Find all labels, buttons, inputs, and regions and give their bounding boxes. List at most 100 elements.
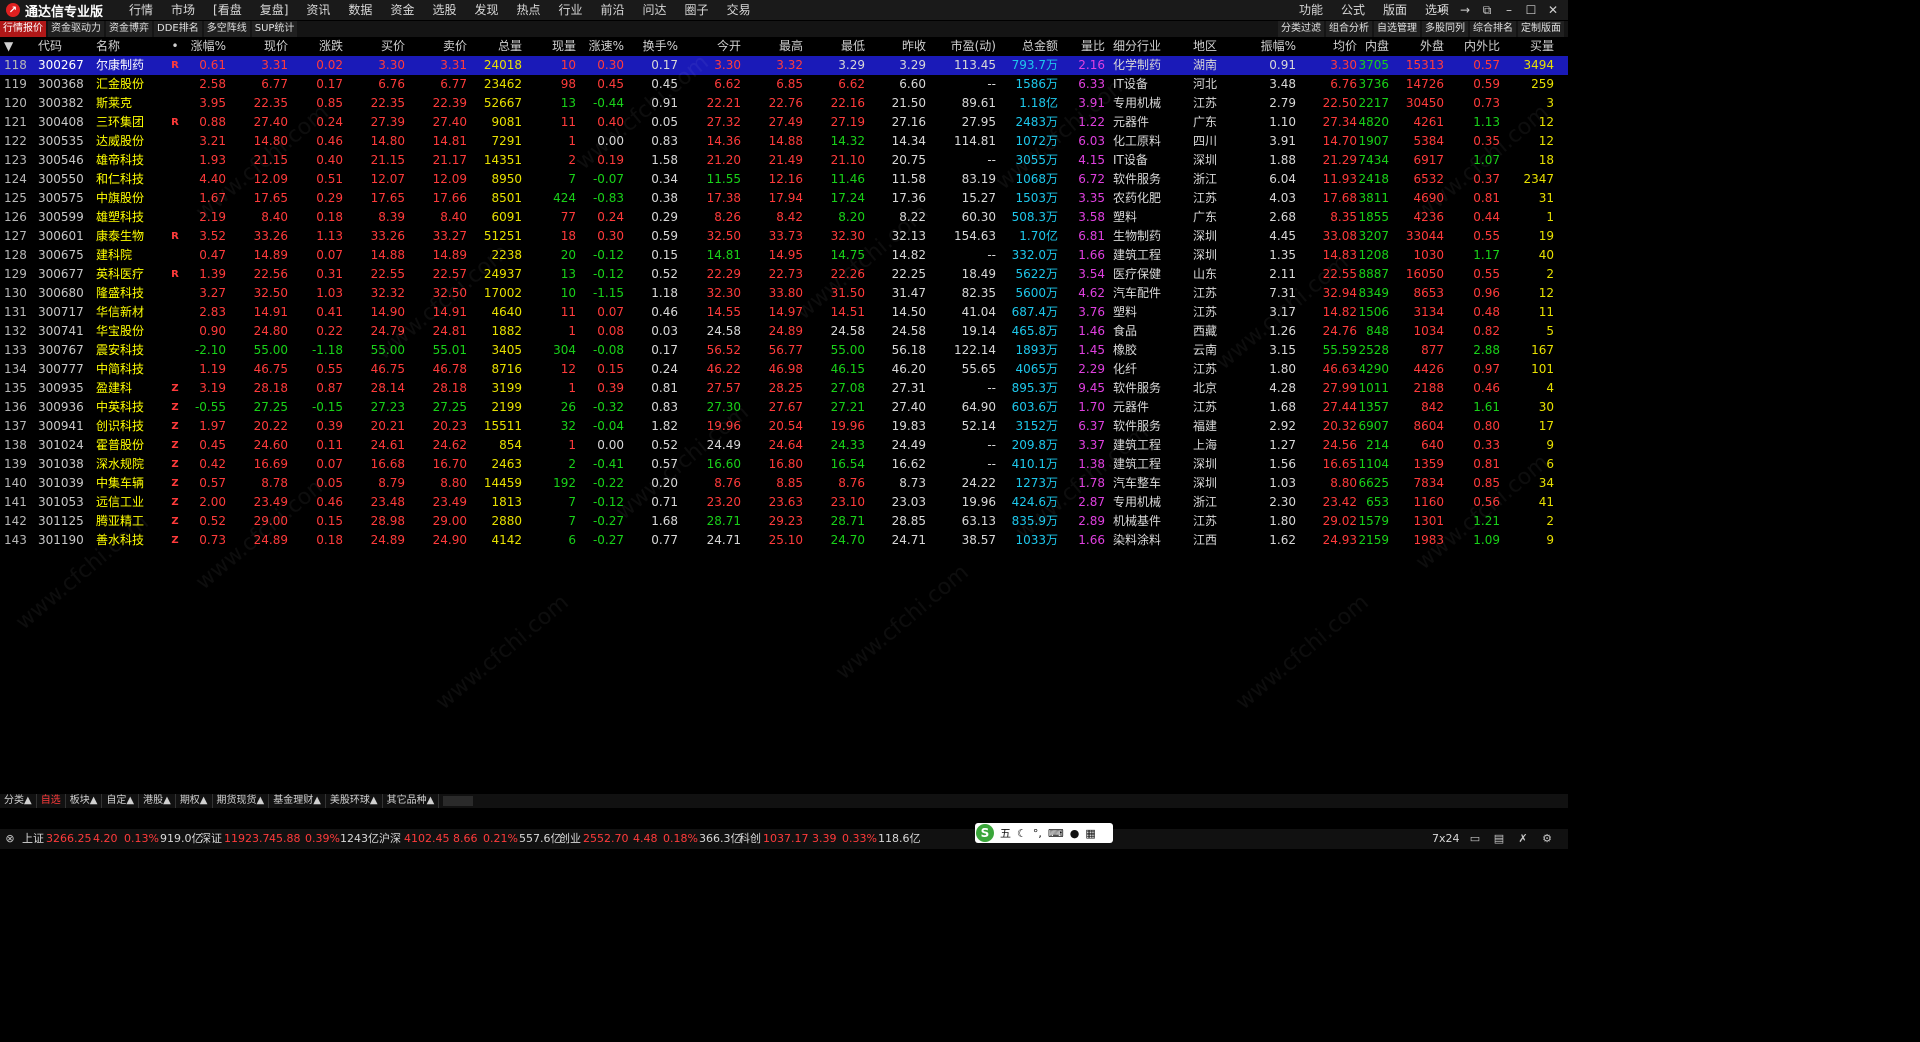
kc-label[interactable]: 科创 — [739, 829, 761, 849]
table-row[interactable]: 137 300941 创识科技 Z 1.97 20.22 0.39 20.21 20.23 155… — [0, 417, 1568, 436]
sz-label[interactable]: 深证 — [200, 829, 222, 849]
column-header-bid[interactable]: 买价 — [356, 37, 405, 55]
bottom-tab-category[interactable]: 分类▲ — [0, 794, 37, 808]
back-arrow-icon[interactable]: ← — [1432, 0, 1454, 20]
tab-capital-game[interactable]: 资金博弈 — [106, 21, 152, 37]
hs-label[interactable]: 沪深 — [379, 829, 401, 849]
table-row[interactable]: 141 301053 远信工业 Z 2.00 23.49 0.46 23.48 23.49 181… — [0, 493, 1568, 512]
custom-layout-button[interactable]: 定制版面 — [1518, 21, 1564, 37]
keyboard-icon[interactable]: ⌨ — [1048, 827, 1064, 840]
ime-toolbar[interactable]: S 五 ☾ °, ⌨ ● ▦ — [975, 823, 1113, 843]
column-header-io[interactable]: 内外比 — [1460, 37, 1500, 55]
column-header-amount[interactable]: 总金额 — [1006, 37, 1058, 55]
bottom-tab-us-global[interactable]: 美股环球▲ — [326, 794, 383, 808]
table-row[interactable]: 134 300777 中简科技 1.19 46.75 0.55 46.75 46.78 8716… — [0, 360, 1568, 379]
table-row[interactable]: 140 301039 中集车辆 Z 0.57 8.78 0.05 8.79 8.80 14459 1… — [0, 474, 1568, 493]
table-row[interactable]: 118 300267 尔康制药 R 0.61 3.31 0.02 3.30 3.31 24018 1… — [0, 56, 1568, 75]
menu-item-faxian[interactable]: 发现 — [465, 0, 507, 20]
table-row[interactable]: 138 301024 霍普股份 Z 0.45 24.60 0.11 24.61 24.62 854… — [0, 436, 1568, 455]
menu-item-gongneng[interactable]: 功能 — [1290, 0, 1332, 20]
bottom-tab-other[interactable]: 其它品种▲ — [383, 794, 440, 808]
column-header-vratio[interactable]: 量比 — [1070, 37, 1105, 55]
mute-icon[interactable]: ✗ — [1516, 832, 1530, 846]
bottom-tab-sector[interactable]: 板块▲ — [66, 794, 103, 808]
column-header-high[interactable]: 最高 — [758, 37, 803, 55]
tab-sup-stats[interactable]: SUP统计 — [251, 21, 298, 37]
column-header-outer[interactable]: 外盘 — [1400, 37, 1444, 55]
menu-item-kanpan[interactable]: [看盘 — [204, 0, 251, 20]
bottom-tab-funds[interactable]: 基金理财▲ — [269, 794, 326, 808]
column-header-code[interactable]: 代码 — [38, 37, 90, 55]
column-header-speed[interactable]: 涨速% — [586, 37, 624, 55]
column-header-turnover[interactable]: 换手% — [640, 37, 678, 55]
column-header-low[interactable]: 最低 — [820, 37, 865, 55]
bottom-tab-custom[interactable]: 自定▲ — [102, 794, 140, 808]
menu-item-redian[interactable]: 热点 — [507, 0, 549, 20]
portfolio-analysis-button[interactable]: 组合分析 — [1326, 21, 1372, 37]
maximize-icon[interactable]: ☐ — [1520, 0, 1542, 20]
table-row[interactable]: 142 301125 腾亚精工 Z 0.52 29.00 0.15 28.98 29.00 288… — [0, 512, 1568, 531]
table-row[interactable]: 126 300599 雄塑科技 2.19 8.40 0.18 8.39 8.40 6091 77 0… — [0, 208, 1568, 227]
column-header-inner[interactable]: 内盘 — [1355, 37, 1389, 55]
column-header-flag[interactable]: • — [166, 37, 184, 55]
grid-icon[interactable]: ▦ — [1085, 827, 1095, 840]
column-header-region[interactable]: 地区 — [1193, 37, 1233, 55]
table-row[interactable]: 129 300677 英科医疗 R 1.39 22.56 0.31 22.55 22.57 249… — [0, 265, 1568, 284]
overall-rank-button[interactable]: 综合排名 — [1470, 21, 1516, 37]
menu-item-wenda[interactable]: 问达 — [634, 0, 676, 20]
table-row[interactable]: 128 300675 建科院 0.47 14.89 0.07 14.88 14.89 2238 2… — [0, 246, 1568, 265]
table-row[interactable]: 127 300601 康泰生物 R 3.52 33.26 1.13 33.26 33.27 512… — [0, 227, 1568, 246]
column-header-pct[interactable]: 涨幅% — [186, 37, 226, 55]
menu-item-jiaoyi[interactable]: 交易 — [718, 0, 760, 20]
horizontal-scrollbar[interactable] — [443, 796, 474, 806]
table-row[interactable]: 139 301038 深水规院 Z 0.42 16.69 0.07 16.68 16.70 246… — [0, 455, 1568, 474]
tab-dde-rank[interactable]: DDE排名 — [154, 21, 202, 37]
table-row[interactable]: 143 301190 善水科技 Z 0.73 24.89 0.18 24.89 24.90 414… — [0, 531, 1568, 550]
tab-long-short[interactable]: 多空阵线 — [203, 21, 250, 37]
forward-arrow-icon[interactable]: → — [1454, 0, 1476, 20]
sogou-logo-icon[interactable]: S — [976, 824, 994, 842]
sh-label[interactable]: 上证 — [22, 829, 44, 849]
column-header-industry[interactable]: 细分行业 — [1113, 37, 1183, 55]
menu-item-zixun[interactable]: 资讯 — [297, 0, 339, 20]
menu-item-hangqing[interactable]: 行情 — [120, 0, 162, 20]
table-row[interactable]: 123 300546 雄帝科技 1.93 21.15 0.40 21.15 21.17 1435… — [0, 151, 1568, 170]
multi-stock-button[interactable]: 多股同列 — [1422, 21, 1468, 37]
table-row[interactable]: 125 300575 中旗股份 1.67 17.65 0.29 17.65 17.66 8501… — [0, 189, 1568, 208]
punctuation-icon[interactable]: °, — [1033, 827, 1042, 840]
column-header-amp[interactable]: 振幅% — [1254, 37, 1296, 55]
menu-item-fupan[interactable]: 复盘] — [251, 0, 298, 20]
menu-item-shuju[interactable]: 数据 — [339, 0, 381, 20]
menu-item-hangye[interactable]: 行业 — [550, 0, 592, 20]
bottom-tab-options[interactable]: 期权▲ — [176, 794, 213, 808]
column-header-pe[interactable]: 市盈(动) — [940, 37, 996, 55]
table-row[interactable]: 135 300935 盈建科 Z 3.19 28.18 0.87 28.14 28.18 3199… — [0, 379, 1568, 398]
table-row[interactable]: 132 300741 华宝股份 0.90 24.80 0.22 24.79 24.81 1882… — [0, 322, 1568, 341]
table-row[interactable]: 124 300550 和仁科技 4.40 12.09 0.51 12.07 12.09 8950… — [0, 170, 1568, 189]
bottom-tab-watchlist[interactable]: 自选 — [37, 794, 66, 808]
table-row[interactable]: 119 300368 汇金股份 2.58 6.77 0.17 6.76 6.77 23462 98… — [0, 75, 1568, 94]
monitor-icon[interactable]: ▭ — [1468, 832, 1482, 846]
restore-icon[interactable]: ⧉ — [1476, 0, 1498, 20]
close-icon[interactable]: ✕ — [1542, 0, 1564, 20]
table-row[interactable]: 120 300382 斯莱克 3.95 22.35 0.85 22.35 22.39 52667… — [0, 94, 1568, 113]
tab-quote-list[interactable]: 行情报价 — [0, 21, 46, 37]
table-row[interactable]: 136 300936 中英科技 Z -0.55 27.25 -0.15 27.23 27.25 2… — [0, 398, 1568, 417]
table-row[interactable]: 122 300535 达威股份 3.21 14.80 0.46 14.80 14.81 7291… — [0, 132, 1568, 151]
column-header-name[interactable]: 名称 — [96, 37, 154, 55]
column-header-price[interactable]: 现价 — [240, 37, 288, 55]
table-row[interactable]: 130 300680 隆盛科技 3.27 32.50 1.03 32.32 32.50 1700… — [0, 284, 1568, 303]
table-row[interactable]: 133 300767 震安科技 -2.10 55.00 -1.18 55.00 55.01 34… — [0, 341, 1568, 360]
column-header-cur[interactable]: 现量 — [540, 37, 576, 55]
tab-capital-drive[interactable]: 资金驱动力 — [48, 21, 104, 37]
column-header-change[interactable]: 涨跌 — [300, 37, 343, 55]
service-hours[interactable]: 7x24 — [1432, 829, 1460, 849]
ime-mode-wubi[interactable]: 五 — [1000, 825, 1011, 841]
minimize-icon[interactable]: – — [1498, 0, 1520, 20]
settings-icon[interactable]: ⚙ — [1540, 832, 1554, 846]
moon-icon[interactable]: ☾ — [1017, 827, 1027, 840]
menu-item-shichang[interactable]: 市场 — [162, 0, 204, 20]
close-circle-icon[interactable]: ⊗ — [3, 832, 17, 846]
column-header-avg[interactable]: 均价 — [1312, 37, 1357, 55]
table-row[interactable]: 121 300408 三环集团 R 0.88 27.40 0.24 27.39 27.40 908… — [0, 113, 1568, 132]
